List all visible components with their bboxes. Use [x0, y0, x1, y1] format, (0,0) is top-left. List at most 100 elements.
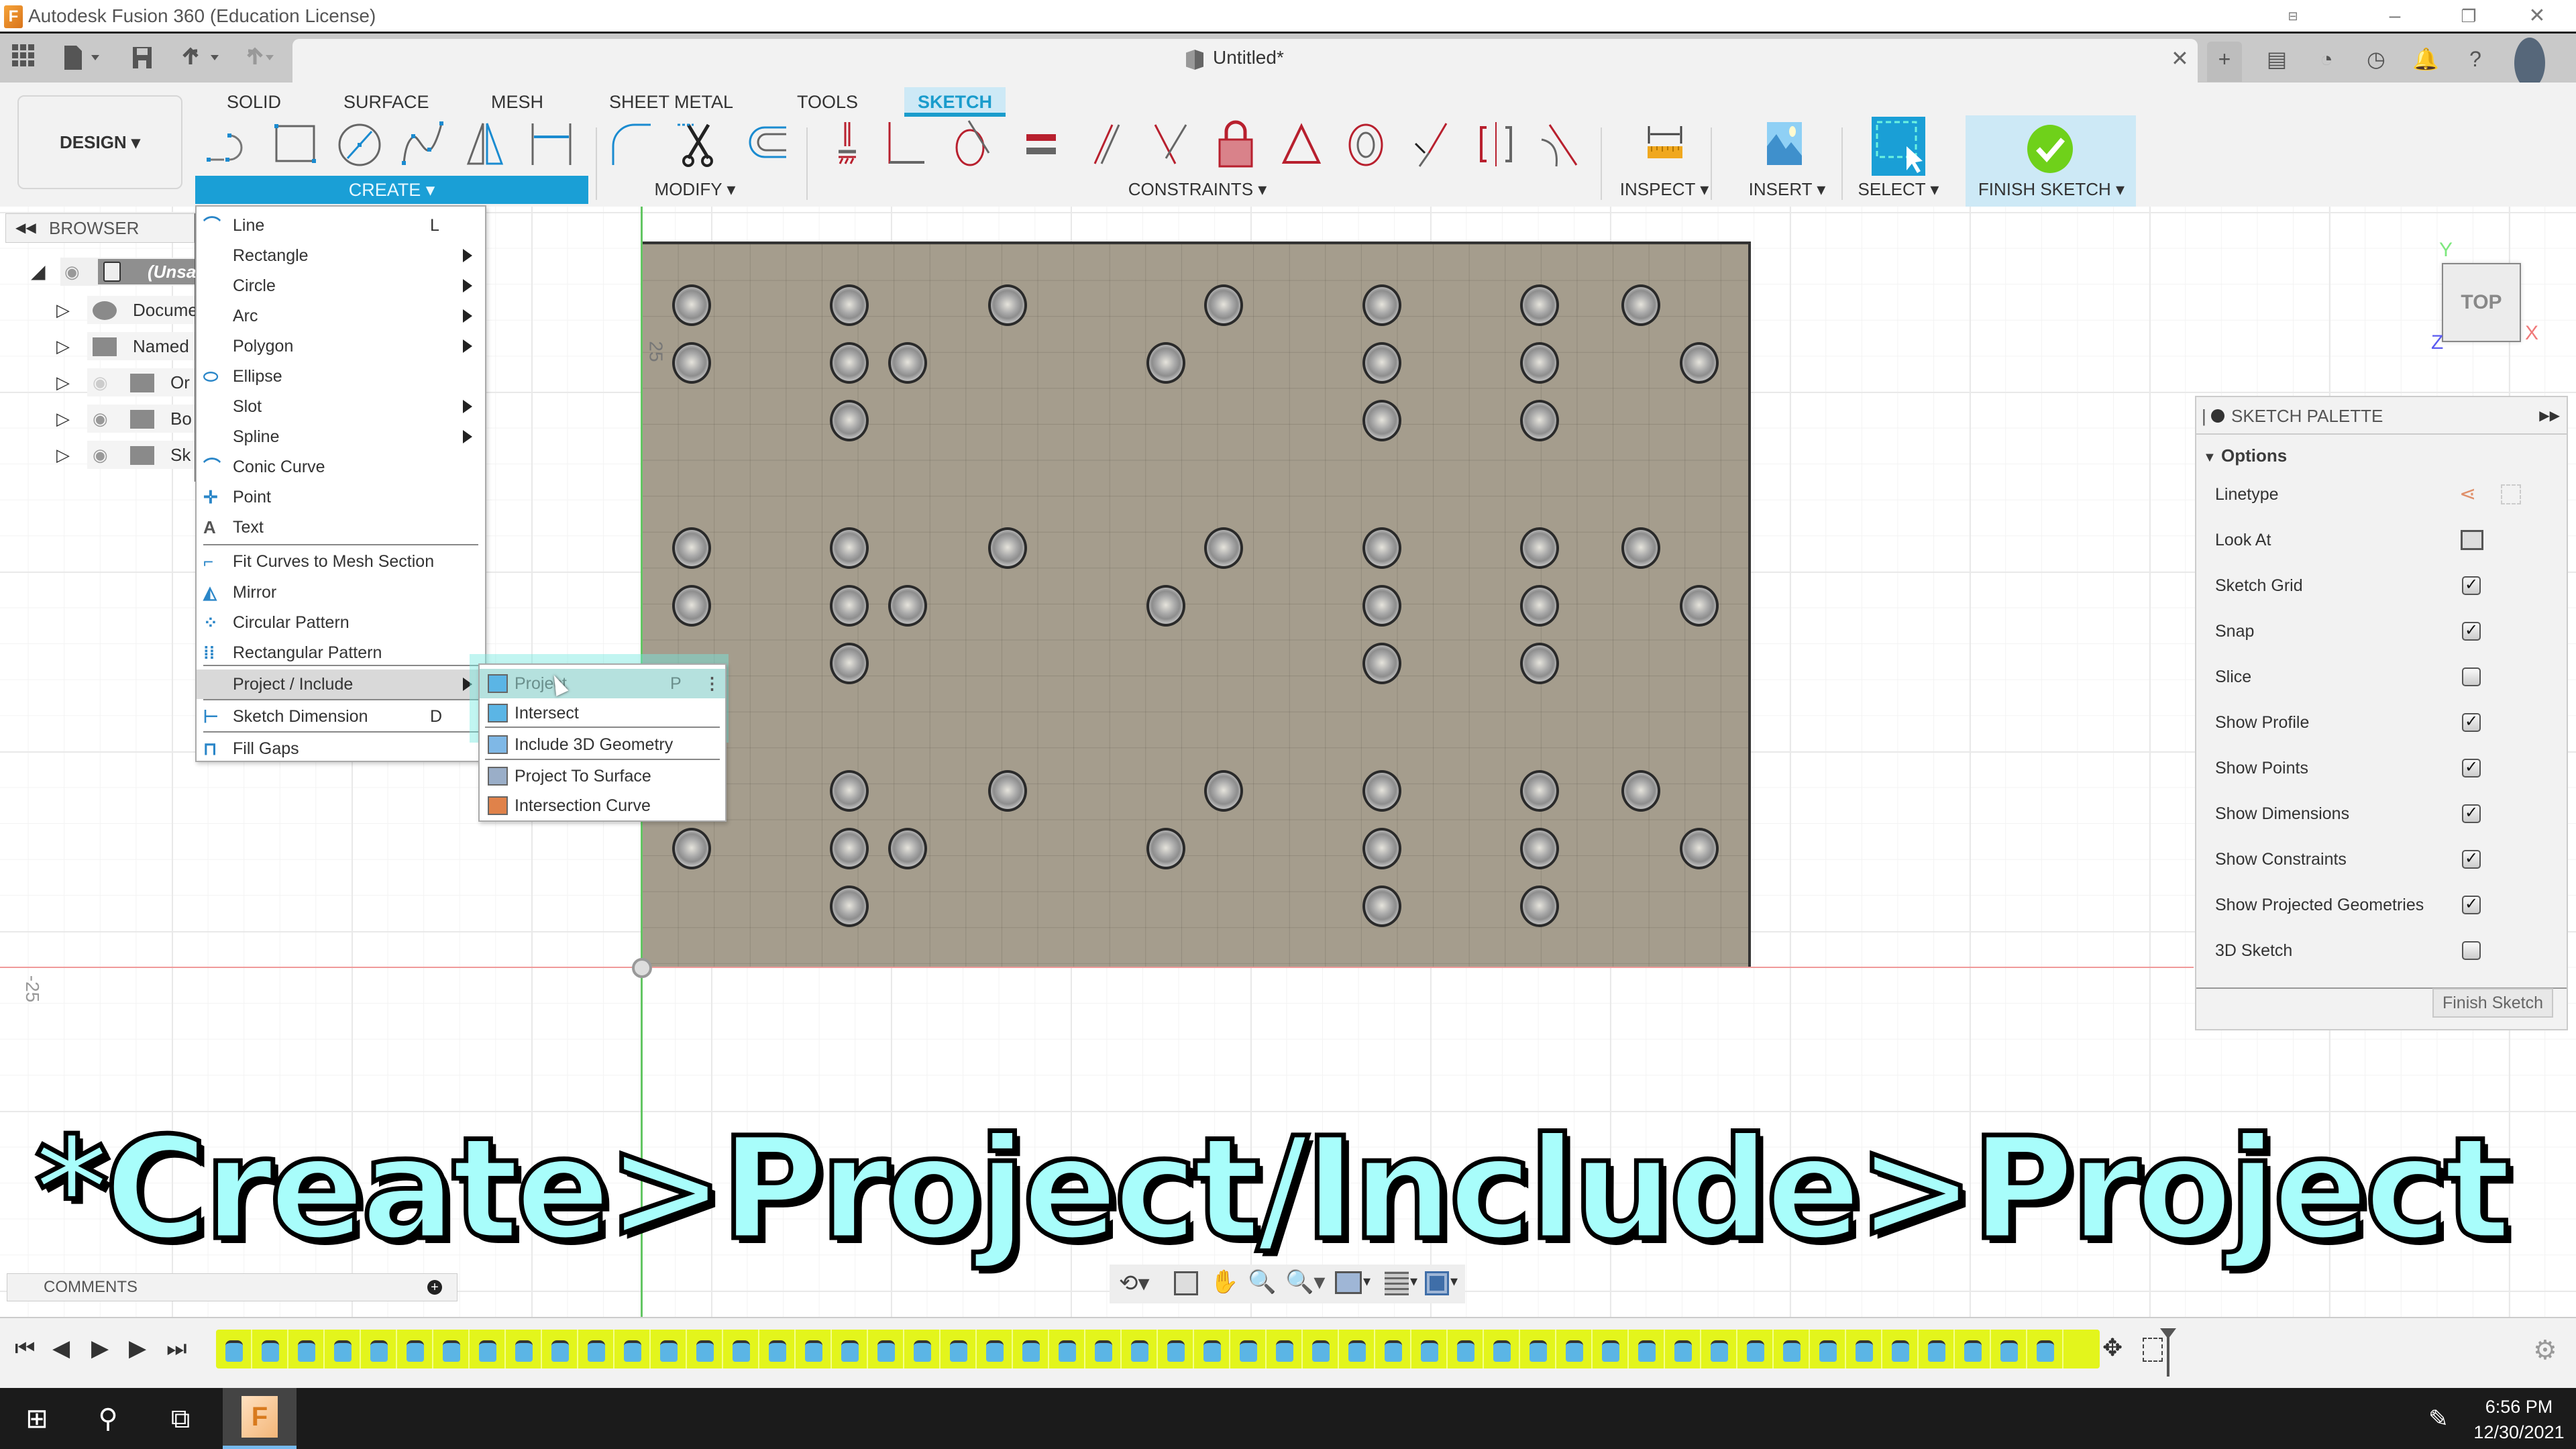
offset-tool-icon[interactable] — [741, 119, 789, 168]
hole[interactable] — [830, 885, 869, 927]
timeline-features[interactable] — [216, 1330, 2100, 1368]
hole[interactable] — [672, 828, 711, 869]
tab-solid[interactable]: SOLID — [213, 87, 294, 117]
hole[interactable] — [888, 342, 927, 384]
timeline-hole-feature[interactable] — [687, 1330, 723, 1368]
timeline-last-button[interactable]: ⏭ — [166, 1335, 187, 1362]
hole[interactable] — [672, 284, 711, 326]
timeline-hole-feature[interactable] — [1013, 1330, 1049, 1368]
hole[interactable] — [888, 828, 927, 869]
fillet-tool-icon[interactable] — [608, 119, 656, 168]
hole[interactable] — [1146, 828, 1185, 869]
timeline-hole-feature[interactable] — [1158, 1330, 1194, 1368]
origin-point[interactable] — [632, 958, 652, 978]
checkbox-unchecked[interactable] — [2462, 667, 2481, 686]
add-comment-icon[interactable]: + — [427, 1280, 442, 1295]
timeline-hole-feature[interactable] — [1049, 1330, 1085, 1368]
checkbox-checked[interactable]: ✓ — [2462, 850, 2481, 869]
redo-icon[interactable] — [239, 44, 279, 74]
create-menu-item-circle[interactable]: Circle — [197, 271, 485, 301]
timeline-hole-feature[interactable] — [723, 1330, 759, 1368]
collapse-triangle-icon[interactable]: ◢ — [31, 258, 46, 286]
fit-zoom-icon[interactable]: 🔍▾ — [1285, 1269, 1325, 1295]
timeline-hole-feature[interactable] — [1303, 1330, 1339, 1368]
hole[interactable] — [830, 527, 869, 569]
equal-constraint-icon[interactable] — [1017, 119, 1065, 168]
timeline-hole-feature[interactable] — [1267, 1330, 1303, 1368]
tab-surface[interactable]: SURFACE — [330, 87, 443, 117]
timeline-hole-feature[interactable] — [1411, 1330, 1448, 1368]
timeline-hole-feature[interactable] — [1846, 1330, 1882, 1368]
create-menu-item-sketch-dimension[interactable]: ⊢ Sketch Dimension D — [197, 702, 485, 731]
create-menu-item-rectangle[interactable]: Rectangle — [197, 241, 485, 270]
hole[interactable] — [1520, 828, 1559, 869]
hole[interactable] — [830, 770, 869, 812]
browser-item[interactable]: ▷ Docume — [56, 296, 198, 324]
hole[interactable] — [672, 527, 711, 569]
hole[interactable] — [830, 585, 869, 627]
insert-menu-button[interactable]: INSERT ▾ — [1740, 174, 1834, 204]
checkbox-checked[interactable]: ✓ — [2462, 713, 2481, 732]
sketch-dimension-tool-icon[interactable] — [527, 119, 576, 168]
timeline-play-button[interactable]: ▶ — [91, 1335, 111, 1362]
finish-sketch-button[interactable]: FINISH SKETCH ▾ — [1972, 174, 2131, 204]
timeline-first-button[interactable]: ⏮ — [15, 1335, 36, 1362]
fix-constraint-icon[interactable] — [824, 119, 872, 168]
history-icon[interactable]: ◷ — [2359, 42, 2394, 76]
visibility-eye-icon[interactable]: ◉ — [93, 405, 108, 433]
hole[interactable] — [888, 585, 927, 627]
timeline-hole-feature[interactable] — [1194, 1330, 1230, 1368]
timeline-sketch-icon[interactable] — [2143, 1338, 2163, 1362]
hole[interactable] — [1362, 885, 1401, 927]
browser-panel-header[interactable]: ◀◀ BROWSER — [5, 213, 195, 243]
hole[interactable] — [988, 284, 1027, 326]
hole[interactable] — [1204, 770, 1243, 812]
circle-tool-icon[interactable] — [335, 119, 384, 168]
hole[interactable] — [1204, 284, 1243, 326]
hole[interactable] — [1520, 585, 1559, 627]
hole[interactable] — [1362, 342, 1401, 384]
hole[interactable] — [1362, 643, 1401, 684]
hole[interactable] — [1520, 885, 1559, 927]
save-icon[interactable] — [131, 44, 153, 74]
perpendicular-constraint-icon[interactable] — [884, 119, 932, 168]
timeline-hole-feature[interactable] — [1375, 1330, 1411, 1368]
hole[interactable] — [1362, 400, 1401, 441]
timeline-hole-feature[interactable] — [252, 1330, 288, 1368]
hole[interactable] — [1204, 527, 1243, 569]
submenu-item-project-to-surface[interactable]: Project To Surface — [480, 761, 725, 791]
create-menu-item-project-include[interactable]: Project / Include — [197, 669, 485, 699]
timeline-hole-feature[interactable] — [470, 1330, 506, 1368]
select-icon[interactable] — [1872, 117, 1925, 176]
browser-item-root[interactable]: ◢ ◉ (Unsa — [31, 258, 196, 286]
tangent-constraint-icon[interactable] — [949, 119, 997, 168]
constraints-menu-button[interactable]: CONSTRAINTS ▾ — [1087, 174, 1308, 204]
collapse-browser-icon[interactable]: ◀◀ — [15, 214, 36, 242]
hole[interactable] — [830, 342, 869, 384]
create-menu-item-rectangular-pattern[interactable]: ⁞⁞ Rectangular Pattern — [197, 638, 485, 667]
hole[interactable] — [1621, 770, 1660, 812]
hole[interactable] — [1680, 585, 1719, 627]
look-at-icon[interactable] — [1174, 1271, 1198, 1295]
hole[interactable] — [1362, 527, 1401, 569]
minimize-button[interactable]: – — [2375, 3, 2415, 30]
taskbar-clock[interactable]: 6:56 PM 12/30/2021 — [2469, 1394, 2569, 1445]
timeline-hole-feature[interactable] — [1737, 1330, 1774, 1368]
create-menu-button[interactable]: CREATE ▾ — [195, 176, 588, 204]
timeline-hole-feature[interactable] — [1593, 1330, 1629, 1368]
checkbox-checked[interactable]: ✓ — [2462, 576, 2481, 595]
orbit-icon[interactable]: ⟲▾ — [1119, 1270, 1150, 1297]
expand-triangle-icon[interactable]: ▷ — [56, 296, 70, 324]
taskbar-fusion-app[interactable]: F — [223, 1388, 297, 1449]
checkbox-checked[interactable]: ✓ — [2462, 804, 2481, 823]
workspace-switcher[interactable]: DESIGN ▾ — [17, 95, 182, 189]
timeline-hole-feature[interactable] — [1991, 1330, 2027, 1368]
timeline-hole-feature[interactable] — [1629, 1330, 1665, 1368]
rectangle-tool-icon[interactable] — [271, 119, 319, 168]
expand-triangle-icon[interactable]: ▷ — [56, 332, 70, 360]
hole[interactable] — [1520, 400, 1559, 441]
create-menu-item-slot[interactable]: Slot — [197, 392, 485, 421]
search-icon[interactable]: ⚲ — [91, 1395, 125, 1442]
palette-grip-icon[interactable]: | — [2202, 397, 2206, 435]
start-button[interactable]: ⊞ — [20, 1395, 54, 1442]
